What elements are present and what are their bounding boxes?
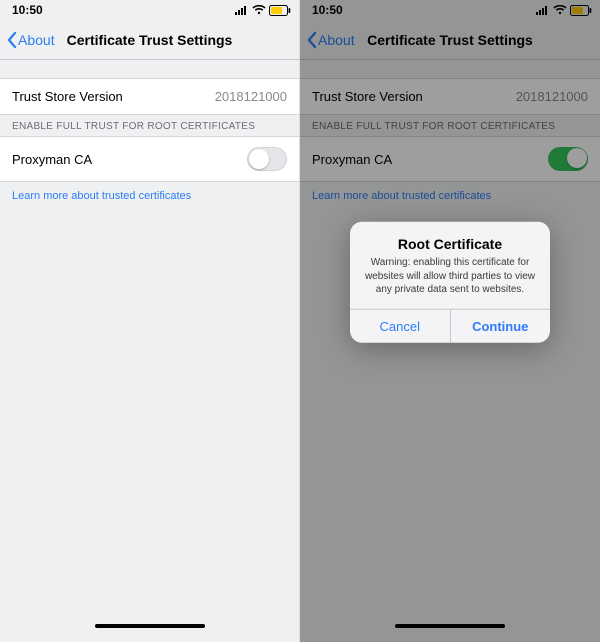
- chevron-left-icon: [6, 31, 17, 49]
- trust-toggle[interactable]: [247, 147, 287, 171]
- wifi-icon: [252, 5, 266, 15]
- certificate-name: Proxyman CA: [12, 152, 92, 167]
- root-certificate-alert: Root Certificate Warning: enabling this …: [350, 222, 550, 343]
- content: Trust Store Version 2018121000 ENABLE FU…: [0, 60, 299, 210]
- learn-more-link[interactable]: Learn more about trusted certificates: [0, 182, 299, 210]
- nav-bar: About Certificate Trust Settings: [0, 20, 299, 60]
- status-right: [235, 5, 291, 16]
- back-button[interactable]: About: [6, 31, 55, 49]
- battery-icon: [269, 5, 291, 16]
- status-time: 10:50: [12, 3, 43, 17]
- home-indicator[interactable]: [95, 624, 205, 628]
- section-full-trust-header: ENABLE FULL TRUST FOR ROOT CERTIFICATES: [0, 115, 299, 136]
- trust-store-version-row: Trust Store Version 2018121000: [0, 78, 299, 115]
- alert-message: Warning: enabling this certificate for w…: [362, 256, 538, 297]
- screen-before: 10:50 About Certificate Trust S: [0, 0, 300, 642]
- cellular-signal-icon: [235, 5, 249, 15]
- continue-button[interactable]: Continue: [450, 310, 551, 343]
- back-label: About: [18, 32, 55, 48]
- cancel-button[interactable]: Cancel: [350, 310, 450, 343]
- status-bar: 10:50: [0, 0, 299, 20]
- screen-after: 10:50 About Certificate Trust S: [300, 0, 600, 642]
- trust-store-label: Trust Store Version: [12, 89, 123, 104]
- alert-title: Root Certificate: [362, 236, 538, 252]
- certificate-row: Proxyman CA: [0, 136, 299, 182]
- trust-store-value: 2018121000: [215, 89, 287, 104]
